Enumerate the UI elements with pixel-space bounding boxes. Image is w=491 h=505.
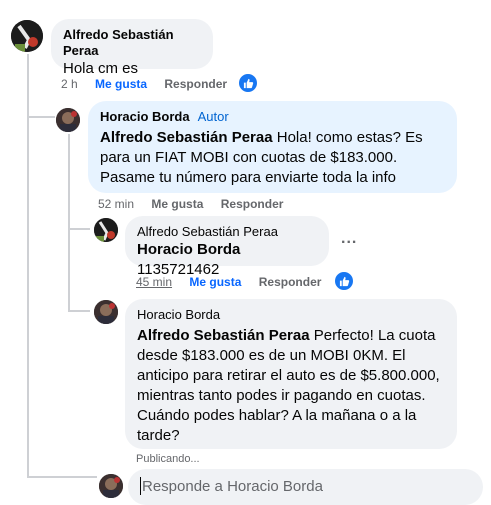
- comment-author[interactable]: Horacio Borda: [100, 109, 190, 124]
- comment-text: Alfredo Sebastián Peraa Hola! como estas…: [100, 128, 445, 188]
- thread-line: [68, 134, 70, 312]
- comment-timestamp[interactable]: 45 min: [136, 275, 172, 289]
- avatar[interactable]: [56, 108, 80, 132]
- like-button[interactable]: Me gusta: [151, 197, 203, 211]
- reply-button[interactable]: Responder: [221, 197, 284, 211]
- comment-bubble: Alfredo Sebastián Peraa Horacio Borda 11…: [125, 216, 329, 278]
- avatar[interactable]: [94, 218, 118, 242]
- thread-line: [27, 54, 29, 118]
- reply-button[interactable]: Responder: [164, 77, 227, 91]
- reply-button[interactable]: Responder: [259, 275, 322, 289]
- like-button[interactable]: Me gusta: [189, 275, 241, 289]
- comment-timestamp[interactable]: 52 min: [98, 197, 134, 211]
- comment-actions: 52 min Me gusta Responder: [98, 196, 297, 212]
- mention-link[interactable]: Alfredo Sebastián Peraa: [100, 129, 273, 146]
- mention-link[interactable]: Horacio Borda: [137, 241, 240, 258]
- reply-input[interactable]: Responde a Horacio Borda: [128, 469, 483, 505]
- publishing-status: Publicando...: [136, 453, 200, 465]
- thread-line: [27, 116, 55, 118]
- comment-author[interactable]: Horacio Borda: [137, 307, 445, 323]
- comment-author[interactable]: Alfredo Sebastián Peraa: [63, 27, 201, 59]
- thread-line: [27, 118, 29, 476]
- comment-text: Alfredo Sebastián Peraa Perfecto! La cuo…: [137, 326, 445, 446]
- comment-author[interactable]: Alfredo Sebastián Peraa: [137, 224, 317, 240]
- thread-line: [68, 228, 90, 230]
- comment-bubble: Alfredo Sebastián Peraa Hola cm es: [51, 19, 213, 77]
- text-cursor: [140, 476, 141, 495]
- more-options-icon[interactable]: ...: [341, 231, 357, 247]
- avatar: [99, 474, 123, 498]
- like-button[interactable]: Me gusta: [95, 77, 147, 91]
- avatar[interactable]: [94, 300, 118, 324]
- thread-line: [68, 310, 90, 312]
- reply-input-placeholder: Responde a Horacio Borda: [142, 478, 323, 495]
- comment-bubble: Horacio Borda Alfredo Sebastián Peraa Pe…: [125, 299, 457, 449]
- avatar[interactable]: [11, 20, 43, 52]
- comment-author-row: Horacio Borda Autor: [100, 109, 445, 125]
- like-reaction-icon[interactable]: [237, 72, 259, 94]
- comment-timestamp[interactable]: 2 h: [61, 77, 78, 91]
- comment-body: Perfecto! La cuota desde $183.000 es de …: [137, 327, 440, 444]
- thread-line: [27, 476, 97, 478]
- comment-actions: 2 h Me gusta Responder: [61, 76, 241, 92]
- like-reaction-icon[interactable]: [333, 270, 355, 292]
- author-badge: Autor: [197, 109, 229, 124]
- mention-link[interactable]: Alfredo Sebastián Peraa: [137, 327, 310, 344]
- comment-actions: 45 min Me gusta Responder: [136, 274, 335, 290]
- comment-bubble: Horacio Borda Autor Alfredo Sebastián Per…: [88, 101, 457, 193]
